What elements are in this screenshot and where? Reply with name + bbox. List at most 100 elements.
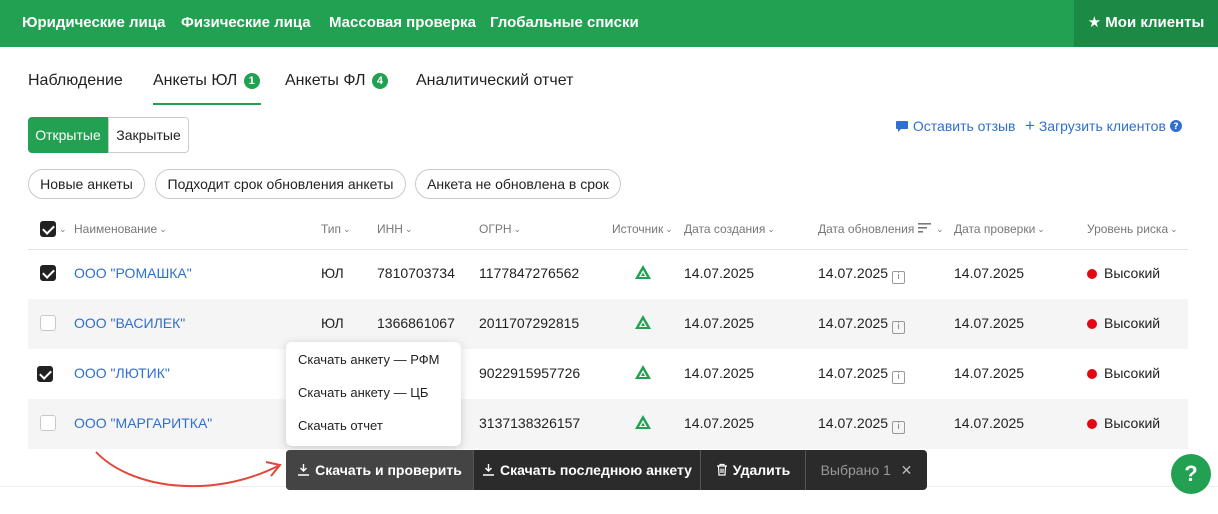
chevron-down-icon: ⌄ (1170, 224, 1178, 234)
delete-button[interactable]: Удалить (701, 450, 805, 490)
column-type[interactable]: Тип ⌄ (321, 222, 351, 236)
risk-level-cell: Высокий (1087, 265, 1160, 281)
tab-monitoring[interactable]: Наблюдение (28, 72, 123, 90)
chevron-down-icon: ⌄ (404, 224, 413, 234)
tab-analytics-report[interactable]: Аналитический отчет (416, 72, 573, 90)
table-header: ⌄ Наименование ⌄ Тип ⌄ ИНН ⌄ ОГРН ⌄ Источник… (28, 210, 1188, 250)
segment-closed[interactable]: Закрытые (108, 117, 189, 153)
filter-update-due[interactable]: Подходит срок обновления анкеты (155, 169, 406, 199)
tab-count-badge: 1 (243, 73, 260, 89)
nav-individuals[interactable]: Физические лица (181, 0, 311, 47)
chevron-down-icon: ⌄ (343, 224, 351, 234)
segment-open[interactable]: Открытые (28, 117, 108, 153)
updated-date-cell: 14.07.2025 i (818, 365, 906, 384)
risk-level-cell: Высокий (1087, 315, 1160, 331)
checked-date-cell: 14.07.2025 (954, 415, 1025, 431)
chevron-down-icon: ⌄ (159, 224, 167, 234)
download-icon (483, 464, 495, 476)
filter-new-forms[interactable]: Новые анкеты (28, 169, 145, 199)
menu-download-report[interactable]: Скачать отчет (298, 418, 383, 433)
chevron-down-icon[interactable]: ⌄ (59, 224, 67, 235)
source-logo-icon (635, 315, 651, 329)
chevron-down-icon: ⌄ (767, 224, 775, 234)
created-date-cell: 14.07.2025 (684, 415, 755, 431)
menu-download-rfm[interactable]: Скачать анкету — РФМ (298, 352, 439, 367)
svg-text:?: ? (1173, 122, 1178, 132)
row-checkbox[interactable] (37, 366, 53, 382)
ogrn-cell: 9022915957726 (479, 365, 581, 381)
table-row[interactable]: ООО "РОМАШКА" ЮЛ 7810703734 117784727656… (28, 249, 1188, 299)
column-ogrn[interactable]: ОГРН ⌄ (479, 222, 521, 236)
selected-count: Выбрано 1 ✕ (820, 462, 913, 478)
chat-bubble-icon (896, 121, 908, 132)
checked-date-cell: 14.07.2025 (954, 365, 1025, 381)
nav-legal-entities[interactable]: Юридические лица (22, 0, 166, 47)
select-all-checkbox[interactable] (40, 221, 56, 237)
risk-level-cell: Высокий (1087, 415, 1160, 431)
info-icon[interactable]: i (892, 321, 906, 334)
chevron-down-icon: ⌄ (513, 224, 522, 234)
table-row[interactable]: ООО "ЛЮТИК" 9022915957726 14.07.2025 14.… (28, 349, 1188, 399)
info-icon[interactable]: i (892, 271, 906, 284)
column-source[interactable]: Источник ⌄ (612, 222, 673, 236)
leave-feedback-link[interactable]: Оставить отзыв (895, 117, 1015, 135)
ogrn-cell: 2011707292815 (479, 315, 580, 331)
my-clients-label: Мои клиенты (1105, 14, 1205, 31)
row-checkbox[interactable] (40, 315, 56, 331)
tab-individual-forms[interactable]: Анкеты ФЛ 4 (285, 72, 388, 90)
inn-cell: 1366861067 (377, 315, 455, 331)
company-name-link[interactable]: ООО "ВАСИЛЕК" (74, 315, 185, 331)
risk-level-cell: Высокий (1087, 365, 1160, 381)
trash-icon (716, 463, 727, 476)
info-icon[interactable]: i (892, 371, 906, 384)
download-dropdown-menu: Скачать анкету — РФМ Скачать анкету — ЦБ… (286, 342, 461, 446)
tab-label: Наблюдение (28, 72, 123, 89)
created-date-cell: 14.07.2025 (684, 365, 755, 381)
checked-date-cell: 14.07.2025 (954, 265, 1025, 281)
upload-clients-link[interactable]: + Загрузить клиентов ? (1025, 117, 1182, 135)
tab-label: Анкеты ЮЛ (153, 72, 238, 89)
ogrn-cell: 3137138326157 (479, 415, 581, 431)
download-last-form-button[interactable]: Скачать последнюю анкету (474, 450, 700, 490)
nav-mass-check[interactable]: Массовая проверка (329, 0, 476, 47)
help-button[interactable]: ? (1171, 454, 1211, 494)
column-checked[interactable]: Дата проверки ⌄ (954, 222, 1045, 236)
tab-count-badge: 4 (371, 73, 388, 89)
updated-date-cell: 14.07.2025 i (818, 265, 906, 284)
my-clients-button[interactable]: ★ Мои клиенты (1074, 0, 1218, 47)
top-navigation-bar: Юридические лица Физические лица Массова… (0, 0, 1218, 47)
source-logo-icon (635, 265, 651, 279)
tab-legal-forms[interactable]: Анкеты ЮЛ 1 (153, 72, 260, 90)
nav-global-lists[interactable]: Глобальные списки (490, 0, 639, 47)
close-icon[interactable]: ✕ (901, 462, 913, 478)
annotation-arrow (95, 451, 282, 488)
source-logo-icon (635, 415, 651, 429)
company-name-link[interactable]: ООО "ЛЮТИК" (74, 365, 170, 381)
source-logo-icon (635, 365, 651, 379)
sort-icon[interactable] (917, 223, 931, 233)
plus-icon: + (1025, 116, 1035, 135)
menu-download-cb[interactable]: Скачать анкету — ЦБ (298, 385, 428, 400)
row-checkbox[interactable] (40, 415, 56, 431)
bulk-action-bar: Скачать и проверить Скачать последнюю ан… (286, 450, 927, 490)
column-created[interactable]: Дата создания ⌄ (684, 222, 775, 236)
created-date-cell: 14.07.2025 (684, 265, 755, 281)
risk-dot-icon (1087, 369, 1097, 379)
column-inn[interactable]: ИНН ⌄ (377, 222, 413, 236)
help-circle-icon[interactable]: ? (1169, 120, 1182, 132)
column-name[interactable]: Наименование ⌄ (74, 222, 167, 236)
tab-label: Аналитический отчет (416, 72, 574, 89)
column-updated[interactable]: Дата обновления ⌄ (818, 222, 944, 236)
type-cell: ЮЛ (321, 315, 344, 331)
column-risk[interactable]: Уровень риска ⌄ (1087, 222, 1178, 236)
row-checkbox[interactable] (40, 265, 56, 281)
info-icon[interactable]: i (892, 421, 906, 434)
type-cell: ЮЛ (321, 265, 344, 281)
company-name-link[interactable]: ООО "РОМАШКА" (74, 265, 192, 281)
company-name-link[interactable]: ООО "МАРГАРИТКА" (74, 415, 212, 431)
filter-not-updated[interactable]: Анкета не обновлена в срок (415, 169, 621, 199)
table-row[interactable]: ООО "ВАСИЛЕК" ЮЛ 1366861067 201170729281… (28, 299, 1188, 349)
table-row[interactable]: ООО "МАРГАРИТКА" 3137138326157 14.07.202… (28, 399, 1188, 449)
download-and-check-button[interactable]: Скачать и проверить (286, 450, 473, 490)
ogrn-cell: 1177847276562 (479, 265, 580, 281)
